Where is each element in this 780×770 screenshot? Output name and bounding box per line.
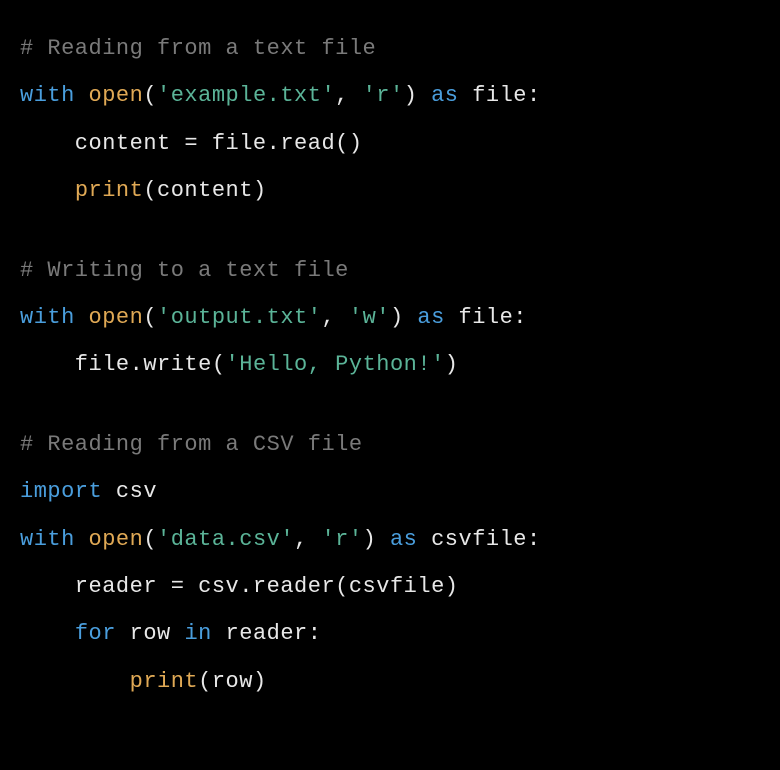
keyword-as: as	[417, 305, 444, 330]
comment-text: # Reading from a CSV file	[20, 432, 363, 457]
keyword-as: as	[390, 527, 417, 552]
func-open: open	[89, 305, 144, 330]
comment-text: # Writing to a text file	[20, 258, 349, 283]
keyword-as: as	[431, 83, 458, 108]
func-print: print	[130, 669, 199, 694]
code-line-1: # Reading from a text file	[20, 30, 760, 67]
code-line-4: print(content)	[20, 172, 760, 209]
code-line-11: reader = csv.reader(csvfile)	[20, 568, 760, 605]
code-line-9: import csv	[20, 473, 760, 510]
code-line-2: with open('example.txt', 'r') as file:	[20, 77, 760, 114]
func-print: print	[75, 178, 144, 203]
keyword-import: import	[20, 479, 102, 504]
func-open: open	[89, 83, 144, 108]
blank-line	[20, 394, 760, 426]
string-literal: 'example.txt'	[157, 83, 335, 108]
func-open: open	[89, 527, 144, 552]
code-line-5: # Writing to a text file	[20, 252, 760, 289]
code-block: # Reading from a text file with open('exa…	[20, 30, 760, 700]
string-literal: 'data.csv'	[157, 527, 294, 552]
code-line-10: with open('data.csv', 'r') as csvfile:	[20, 521, 760, 558]
keyword-in: in	[184, 621, 211, 646]
keyword-with: with	[20, 527, 75, 552]
string-literal: 'output.txt'	[157, 305, 321, 330]
code-line-13: print(row)	[20, 663, 760, 700]
string-literal: 'r'	[321, 527, 362, 552]
string-literal: 'Hello, Python!'	[226, 352, 445, 377]
keyword-for: for	[75, 621, 116, 646]
code-line-6: with open('output.txt', 'w') as file:	[20, 299, 760, 336]
code-line-3: content = file.read()	[20, 125, 760, 162]
string-literal: 'w'	[349, 305, 390, 330]
string-literal: 'r'	[363, 83, 404, 108]
code-line-7: file.write('Hello, Python!')	[20, 346, 760, 383]
keyword-with: with	[20, 83, 75, 108]
code-line-12: for row in reader:	[20, 615, 760, 652]
keyword-with: with	[20, 305, 75, 330]
blank-line	[20, 220, 760, 252]
code-line-8: # Reading from a CSV file	[20, 426, 760, 463]
comment-text: # Reading from a text file	[20, 36, 376, 61]
